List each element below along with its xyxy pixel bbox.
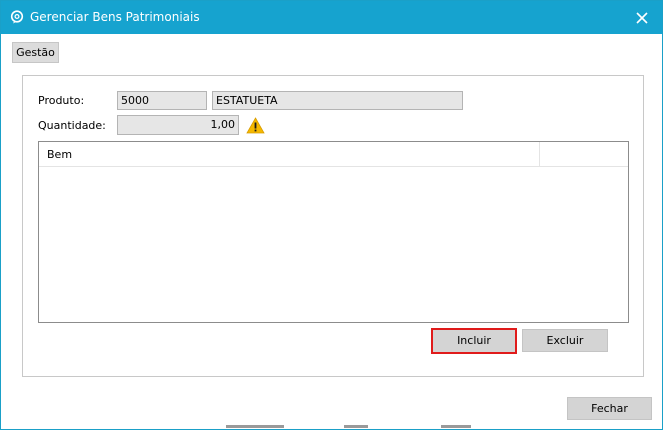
excluir-button[interactable]: Excluir bbox=[522, 329, 608, 352]
app-logo-icon bbox=[10, 10, 24, 24]
incluir-button[interactable]: Incluir bbox=[431, 328, 517, 354]
bens-grid[interactable]: Bem bbox=[38, 141, 629, 323]
column-header-bem[interactable]: Bem bbox=[47, 142, 72, 167]
title-bar: Gerenciar Bens Patrimoniais bbox=[1, 1, 662, 34]
quantidade-label: Quantidade: bbox=[38, 119, 106, 132]
produto-name-field[interactable]: ESTATUETA bbox=[212, 91, 463, 110]
tab-gestao[interactable]: Gestão bbox=[12, 42, 59, 63]
warning-icon bbox=[246, 117, 265, 134]
quantidade-field[interactable]: 1,00 bbox=[117, 115, 239, 135]
close-icon bbox=[636, 11, 648, 24]
close-button[interactable] bbox=[622, 1, 662, 34]
column-separator bbox=[539, 142, 540, 166]
window-title: Gerenciar Bens Patrimoniais bbox=[30, 10, 200, 24]
dialog-window: Gerenciar Bens Patrimoniais Gestão Produ… bbox=[0, 0, 663, 430]
produto-label: Produto: bbox=[38, 94, 85, 107]
produto-code-field[interactable]: 5000 bbox=[117, 91, 207, 110]
fechar-button[interactable]: Fechar bbox=[567, 397, 652, 420]
background-window-fragment bbox=[226, 425, 526, 431]
grid-header: Bem bbox=[39, 142, 628, 167]
